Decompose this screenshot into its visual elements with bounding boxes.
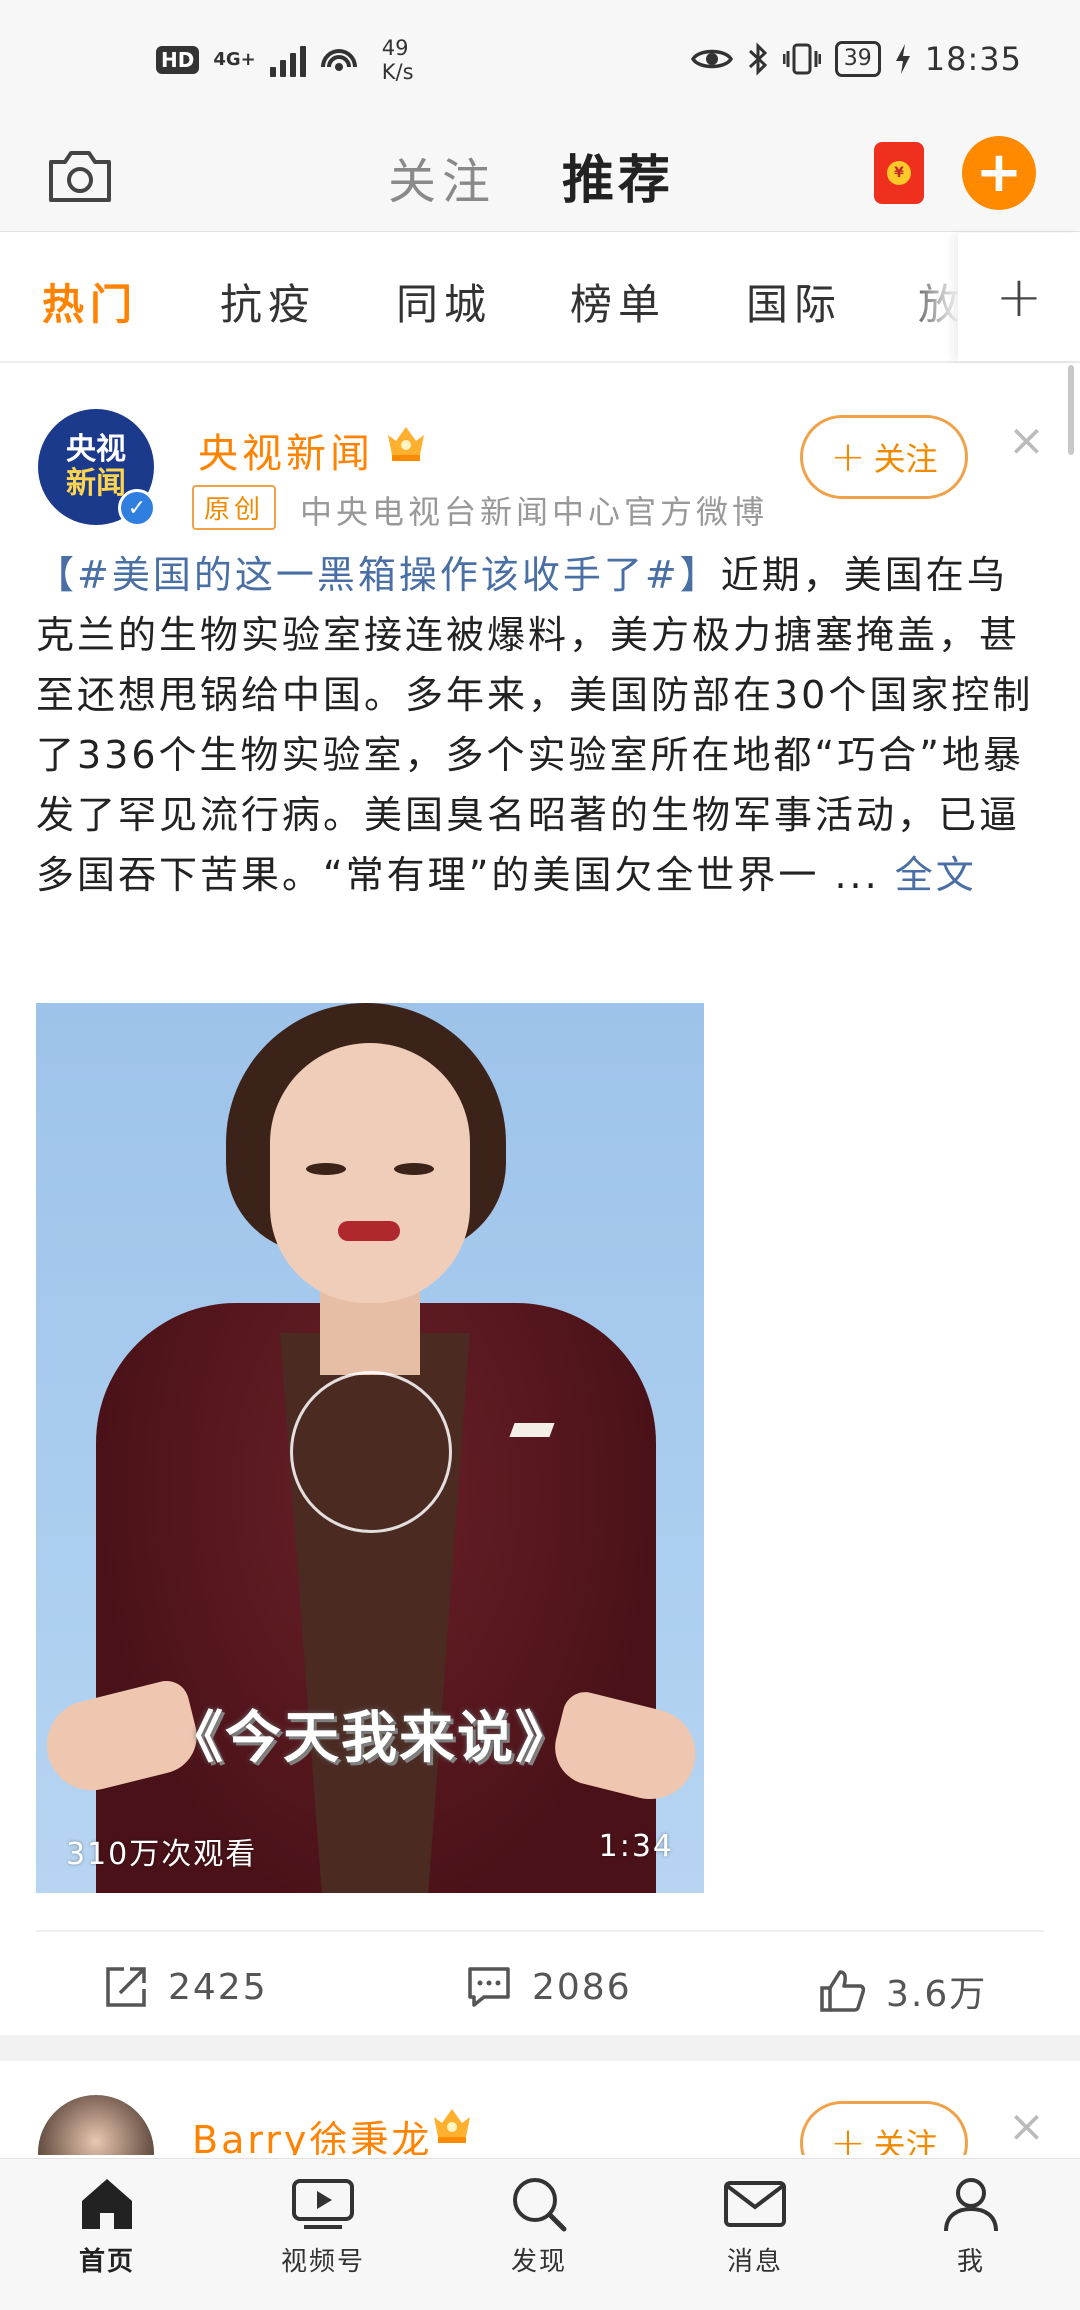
net-speed: 49 K/s — [382, 36, 414, 84]
nav-video-label: 视频号 — [280, 2247, 365, 2277]
vibrate-icon — [782, 43, 821, 75]
channel-bar: 热门 抗疫 同城 榜单 国际 放 + — [0, 233, 1080, 363]
nav-messages[interactable]: 消息 — [680, 2173, 830, 2278]
hotspot-icon — [320, 49, 357, 71]
home-icon — [82, 2179, 132, 2229]
author-name[interactable]: 央视新闻 — [198, 421, 374, 479]
video-figure-face — [270, 1043, 470, 1303]
plus-icon: + — [995, 264, 1043, 330]
eye-icon — [690, 49, 733, 69]
network-type: 4G+ — [213, 49, 256, 70]
follow-button[interactable]: + 关注 — [800, 2101, 968, 2155]
comment-icon — [468, 1967, 510, 2007]
top-header: 关注 推荐 ¥ + — [0, 120, 1080, 232]
comment-button[interactable]: 2086 — [466, 1965, 632, 2009]
nav-profile-label: 我 — [956, 2247, 985, 2277]
clock: 18:35 — [924, 40, 1022, 78]
search-icon — [513, 2178, 567, 2232]
repost-button[interactable]: 2425 — [104, 1965, 268, 2009]
add-post-button[interactable]: + — [962, 136, 1036, 210]
video-player[interactable]: 《今天我来说》 310万次观看 1:34 — [36, 1003, 704, 1893]
tab-recommend[interactable]: 推荐 — [562, 138, 674, 213]
nav-home-label: 首页 — [78, 2247, 135, 2277]
red-packet-button[interactable]: ¥ — [874, 142, 924, 204]
status-right: 39 18:35 — [690, 40, 1022, 78]
channel-epidemic[interactable]: 抗疫 — [220, 271, 316, 332]
card-separator — [0, 2035, 1080, 2061]
charging-icon — [895, 44, 910, 74]
plus-icon: + — [830, 2118, 866, 2156]
bluetooth-icon — [748, 42, 767, 76]
mail-icon — [724, 2181, 786, 2227]
original-tag: 原创 — [192, 485, 277, 530]
bottom-nav: 首页 视频号 发现 消息 我 — [0, 2158, 1080, 2310]
hd-indicator: HD — [156, 46, 200, 74]
video-duration: 1:34 — [598, 1829, 674, 1864]
avatar[interactable] — [38, 2095, 154, 2155]
like-count: 3.6万 — [886, 1974, 988, 2015]
nav-messages-label: 消息 — [726, 2247, 783, 2277]
video-figure-eye — [394, 1163, 434, 1175]
divider — [36, 1930, 1044, 1932]
channel-rankings[interactable]: 榜单 — [570, 271, 666, 332]
nav-profile[interactable]: 我 — [896, 2173, 1046, 2278]
scrollbar[interactable] — [1068, 365, 1074, 455]
channel-fade — [900, 233, 960, 361]
tab-follow[interactable]: 关注 — [388, 142, 496, 212]
author-description: 中央电视台新闻中心官方微博 — [300, 493, 769, 531]
share-icon — [106, 1967, 146, 2007]
nav-discover[interactable]: 发现 — [464, 2173, 614, 2278]
avatar-text-top: 央视 — [66, 432, 126, 467]
video-caption: 《今天我来说》 — [167, 1706, 573, 1771]
follow-button[interactable]: + 关注 — [800, 415, 968, 499]
vip-badge-icon — [388, 427, 424, 461]
comment-count: 2086 — [532, 1966, 632, 2008]
status-left: HD 4G+ 49 K/s — [156, 36, 414, 84]
nav-home[interactable]: 首页 — [32, 2173, 182, 2278]
close-icon[interactable]: × — [1008, 2105, 1045, 2149]
feed[interactable]: 央视 新闻 ✓ 央视新闻 原创 中央电视台新闻中心官方微博 + 关注 × 【#美… — [0, 365, 1080, 2155]
battery-level: 39 — [834, 41, 881, 77]
channel-local[interactable]: 同城 — [396, 271, 492, 332]
plus-icon: + — [830, 432, 866, 481]
profile-icon — [944, 2178, 998, 2232]
net-speed-unit: K/s — [381, 60, 414, 84]
status-bar: HD 4G+ 49 K/s 39 18:35 — [0, 0, 1080, 120]
follow-label: 关注 — [873, 440, 938, 478]
author-name[interactable]: Barry徐秉龙 — [192, 2109, 432, 2155]
video-icon — [292, 2179, 354, 2229]
channel-international[interactable]: 国际 — [746, 271, 842, 332]
read-more-link[interactable]: 全文 — [895, 853, 977, 897]
video-figure-eye — [306, 1163, 346, 1175]
channel-hot[interactable]: 热门 — [42, 271, 138, 332]
thumbs-up-icon — [820, 1970, 866, 2012]
post-text: 【#美国的这一黑箱操作该收手了#】近期，美国在乌克兰的生物实验室接连被爆料，美方… — [36, 545, 1046, 905]
red-packet-icon: ¥ — [887, 161, 911, 185]
post-body: 近期，美国在乌克兰的生物实验室接连被爆料，美方极力搪塞掩盖，甚至还想甩锅给中国。… — [36, 553, 1034, 897]
repost-count: 2425 — [168, 1966, 268, 2008]
nav-video[interactable]: 视频号 — [248, 2173, 398, 2278]
video-view-count: 310万次观看 — [66, 1837, 258, 1872]
camera-icon — [49, 151, 111, 202]
loading-ring-icon[interactable] — [290, 1371, 452, 1533]
vip-badge-icon — [434, 2109, 470, 2143]
topic-link[interactable]: 【#美国的这一黑箱操作该收手了#】 — [36, 553, 721, 597]
follow-label: 关注 — [873, 2126, 938, 2155]
video-figure-pocket-square — [509, 1423, 555, 1437]
avatar-text-bottom: 新闻 — [66, 466, 126, 501]
verified-icon: ✓ — [118, 489, 156, 527]
camera-button[interactable] — [44, 140, 116, 212]
nav-discover-label: 发现 — [510, 2247, 567, 2277]
channel-more-button[interactable]: + — [958, 233, 1080, 361]
net-speed-value: 49 — [381, 36, 409, 60]
plus-icon: + — [975, 140, 1023, 205]
close-icon[interactable]: × — [1008, 419, 1045, 463]
like-button[interactable]: 3.6万 — [818, 1965, 987, 2017]
video-figure-lips — [338, 1221, 400, 1241]
signal-icon — [269, 43, 306, 77]
